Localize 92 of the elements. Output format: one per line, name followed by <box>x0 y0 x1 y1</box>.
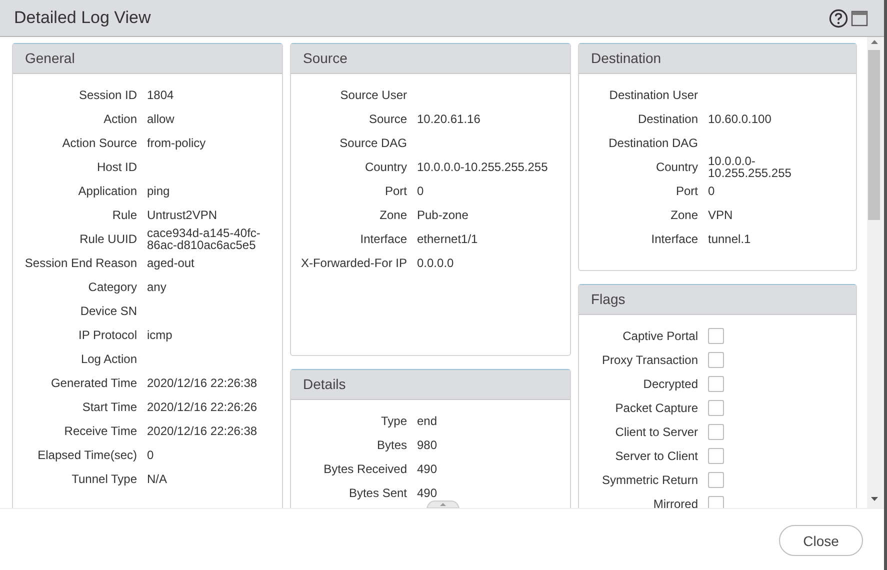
field-label: Session End Reason <box>24 256 137 270</box>
field-label: Bytes <box>376 438 407 452</box>
field-value: 2020/12/16 22:26:26 <box>147 401 258 413</box>
field-label: Mirrored <box>652 497 698 508</box>
field-label: Category <box>87 280 137 294</box>
field-label: Type <box>380 414 407 428</box>
field-label: Destination DAG <box>608 136 698 150</box>
field-value: 490 <box>417 463 438 475</box>
window-title: Detailed Log View <box>14 8 152 28</box>
checkbox[interactable] <box>708 496 724 508</box>
field-value: 2020/12/16 22:26:38 <box>147 425 258 437</box>
field-label: Bytes Received <box>322 462 407 476</box>
field-value: 10.0.0.0-10.255.255.255 <box>417 161 548 173</box>
panel-header: Flags <box>579 285 856 315</box>
field-label: Session ID <box>78 88 137 102</box>
field-label: Action Source <box>61 136 137 150</box>
field-label: Server to Client <box>614 449 698 463</box>
field-label: Client to Server <box>614 425 698 439</box>
field-label: Tunnel Type <box>70 472 137 486</box>
field-label: Start Time <box>81 400 137 414</box>
field-label: Bytes Sent <box>348 486 407 500</box>
field-label: Country <box>654 160 698 174</box>
field-value: 1804 <box>147 89 174 101</box>
field-value: Untrust2VPN <box>147 209 218 221</box>
field-value: 0 <box>417 185 424 197</box>
field-value: ethernet1/1 <box>417 233 478 245</box>
field-value: 2020/12/16 22:26:38 <box>147 377 258 389</box>
field-label: Source <box>368 112 407 126</box>
checkbox[interactable] <box>708 400 724 416</box>
field-value: Pub-zone <box>417 209 468 221</box>
field-label: Action <box>102 112 137 126</box>
checkbox[interactable] <box>708 328 724 344</box>
help-icon[interactable] <box>829 8 848 28</box>
field-value: 490 <box>417 487 438 499</box>
field-label: X-Forwarded-For IP <box>300 256 407 270</box>
field-label: Decrypted <box>642 377 698 391</box>
field-label: Rule <box>111 208 137 222</box>
field-value: allow <box>147 113 174 125</box>
field-label: Zone <box>378 208 407 222</box>
field-label: Application <box>77 184 137 198</box>
field-label: Packet Capture <box>614 401 698 415</box>
field-value: 0 <box>147 449 154 461</box>
field-value: from-policy <box>147 137 206 149</box>
field-value: tunnel.1 <box>708 233 751 245</box>
field-label: Generated Time <box>50 376 137 390</box>
field-label: Port <box>674 184 698 198</box>
panel-header: General <box>13 44 282 74</box>
field-label: Port <box>384 184 407 198</box>
field-label: Source User <box>339 88 407 102</box>
field-value: 980 <box>417 439 438 451</box>
field-label: Proxy Transaction <box>600 353 698 367</box>
checkbox[interactable] <box>708 472 724 488</box>
field-value: cace934d-a145-40fc-86ac-d810ac6ac5e5 <box>147 227 262 251</box>
field-label: Interface <box>650 232 698 246</box>
field-value: 0.0.0.0 <box>417 257 454 269</box>
close-button[interactable]: Close <box>779 525 863 556</box>
field-label: Host ID <box>96 160 137 174</box>
field-value: 0 <box>708 185 715 197</box>
field-label: Rule UUID <box>78 232 137 246</box>
field-value: VPN <box>708 209 733 221</box>
field-label: Captive Portal <box>622 329 698 343</box>
maximize-icon[interactable] <box>851 10 868 26</box>
field-label: Destination <box>636 112 698 126</box>
field-value: any <box>147 281 166 293</box>
field-label: Interface <box>359 232 407 246</box>
field-label: Zone <box>670 208 698 222</box>
checkbox[interactable] <box>708 448 724 464</box>
collapse-handle-icon[interactable] <box>425 500 461 508</box>
field-value: ping <box>147 185 170 197</box>
field-value: icmp <box>147 329 172 341</box>
checkbox[interactable] <box>708 424 724 440</box>
field-value: N/A <box>147 473 168 485</box>
field-value: 10.0.0.0-10.255.255.255 <box>708 155 792 179</box>
checkbox[interactable] <box>708 376 724 392</box>
field-value: end <box>417 415 438 427</box>
field-label: Country <box>364 160 407 174</box>
checkbox[interactable] <box>708 352 724 368</box>
field-label: IP Protocol <box>78 328 137 342</box>
field-label: Destination User <box>608 88 698 102</box>
panel-header: Details <box>291 370 570 400</box>
panel-header: Source <box>291 44 570 74</box>
panel-header: Destination <box>579 44 856 74</box>
field-label: Device SN <box>79 304 137 318</box>
field-value: 10.20.61.16 <box>417 113 480 125</box>
field-value: aged-out <box>147 257 194 269</box>
field-label: Source DAG <box>338 136 407 150</box>
field-label: Receive Time <box>63 424 137 438</box>
field-value: 10.60.0.100 <box>708 113 772 125</box>
field-label: Elapsed Time(sec) <box>36 448 137 462</box>
field-label: Log Action <box>80 352 137 366</box>
scrollbar[interactable] <box>867 37 882 508</box>
field-label: Symmetric Return <box>600 473 698 487</box>
